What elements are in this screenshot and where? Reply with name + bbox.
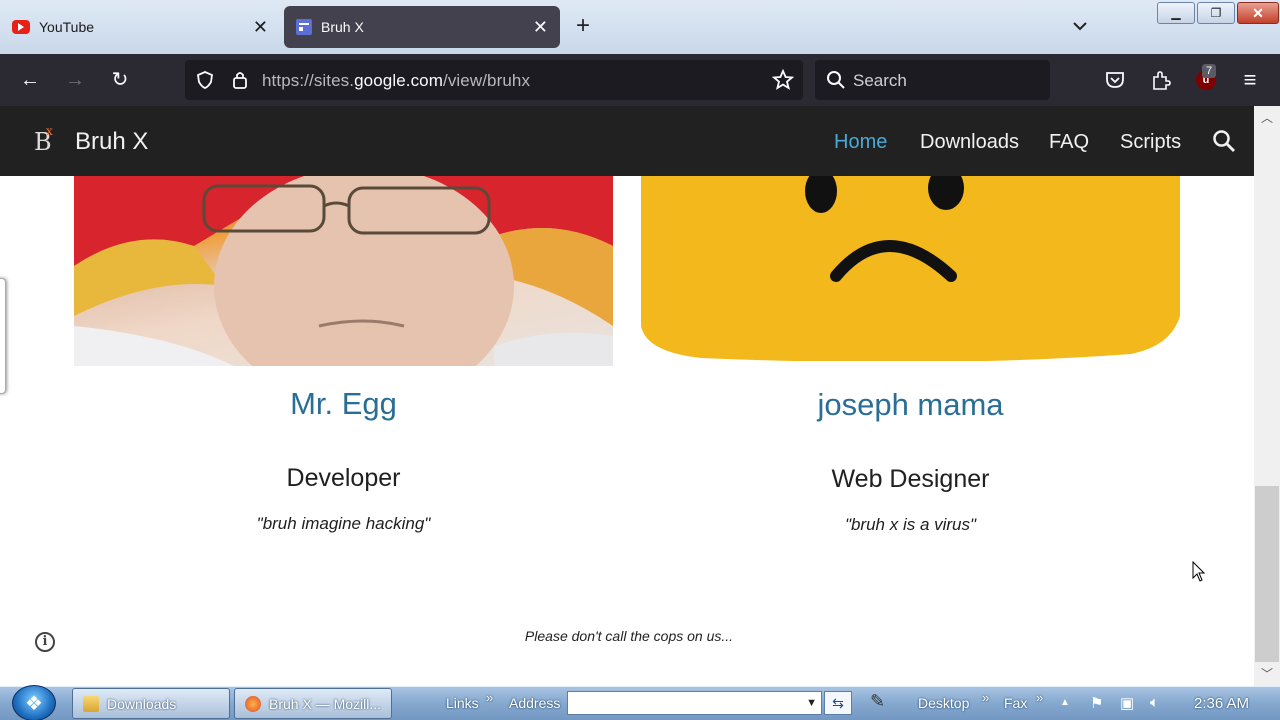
restore-window-button[interactable]: ❐ bbox=[1197, 2, 1235, 24]
shield-icon[interactable] bbox=[195, 70, 215, 90]
firefox-icon bbox=[245, 695, 261, 712]
fax-toolbar-label[interactable]: Fax bbox=[1004, 695, 1027, 711]
network-icon[interactable]: ▣ bbox=[1120, 694, 1134, 712]
show-hidden-icons-icon[interactable]: ▲ bbox=[1060, 697, 1070, 708]
pocket-icon[interactable] bbox=[1104, 70, 1126, 90]
notepad-icon[interactable]: ✎ bbox=[870, 691, 885, 712]
url-text: https://sites.google.com/view/bruhx bbox=[262, 71, 531, 90]
close-tab-icon[interactable]: ✕ bbox=[533, 18, 548, 36]
site-title[interactable]: Bruh X bbox=[75, 128, 148, 156]
menu-hamburger-icon[interactable]: ≡ bbox=[1238, 68, 1262, 92]
nav-downloads[interactable]: Downloads bbox=[920, 131, 1019, 154]
extensions-icon[interactable] bbox=[1150, 69, 1172, 91]
side-panel-handle[interactable] bbox=[0, 278, 6, 394]
browser-tab-strip: YouTube ✕ Bruh X ✕ + ▁ ❐ ✕ bbox=[0, 0, 1280, 54]
search-icon bbox=[827, 71, 845, 89]
taskbar-item-firefox[interactable]: Bruh X — Mozill... bbox=[234, 688, 392, 719]
nav-faq[interactable]: FAQ bbox=[1049, 131, 1089, 154]
youtube-icon bbox=[12, 20, 30, 34]
mouse-cursor-icon bbox=[1192, 561, 1206, 582]
browser-toolbar: ← → ↻ https://sites.google.com/view/bruh… bbox=[0, 54, 1280, 106]
team-member-name[interactable]: joseph mama bbox=[641, 387, 1180, 423]
team-member-role: Developer bbox=[286, 464, 401, 492]
taskbar-address-input[interactable]: ▼ bbox=[567, 691, 822, 715]
lock-icon[interactable] bbox=[231, 69, 249, 91]
folder-icon bbox=[83, 695, 99, 712]
tab-label: YouTube bbox=[39, 19, 95, 35]
taskbar-item-label: Downloads bbox=[107, 695, 177, 712]
scrollbar-thumb[interactable] bbox=[1255, 486, 1279, 662]
forward-button[interactable]: → bbox=[63, 68, 87, 92]
team-member-quote: "bruh x is a virus" bbox=[844, 515, 977, 534]
team-member-name[interactable]: Mr. Egg bbox=[74, 386, 613, 422]
search-placeholder: Search bbox=[853, 71, 907, 90]
links-chevron-icon[interactable]: » bbox=[486, 690, 493, 705]
windows-taskbar: Downloads Bruh X — Mozill... Links » Add… bbox=[0, 685, 1280, 720]
google-sites-icon bbox=[296, 19, 312, 35]
address-dropdown-icon[interactable]: ▼ bbox=[806, 697, 817, 709]
page-scrollbar[interactable]: ︿ ﹀ bbox=[1254, 106, 1280, 686]
new-tab-button[interactable]: + bbox=[576, 14, 590, 38]
team-member-quote: "bruh imagine hacking" bbox=[256, 514, 431, 533]
links-toolbar-label[interactable]: Links bbox=[446, 695, 479, 711]
reload-button[interactable]: ↻ bbox=[108, 68, 132, 92]
extension-count-badge: 7 bbox=[1202, 64, 1217, 78]
desktop-toolbar-label[interactable]: Desktop bbox=[918, 695, 969, 711]
site-search-icon[interactable] bbox=[1212, 129, 1236, 153]
search-bar[interactable]: Search bbox=[815, 60, 1050, 100]
start-button[interactable] bbox=[12, 685, 56, 720]
address-toolbar-label: Address bbox=[509, 695, 561, 711]
taskbar-item-downloads[interactable]: Downloads bbox=[72, 688, 230, 719]
desktop-chevron-icon[interactable]: » bbox=[982, 690, 989, 705]
address-bar[interactable]: https://sites.google.com/view/bruhx bbox=[185, 60, 803, 100]
close-window-button[interactable]: ✕ bbox=[1237, 2, 1279, 24]
tab-youtube[interactable]: YouTube ✕ bbox=[0, 6, 280, 48]
taskbar-item-label: Bruh X — Mozill... bbox=[269, 695, 382, 712]
scroll-down-arrow-icon[interactable]: ﹀ bbox=[1254, 664, 1280, 684]
nav-scripts[interactable]: Scripts bbox=[1120, 131, 1181, 154]
scroll-up-arrow-icon[interactable]: ︿ bbox=[1254, 108, 1280, 128]
footer-text: Please don't call the cops on us... bbox=[524, 628, 734, 644]
nav-home[interactable]: Home bbox=[834, 131, 887, 154]
flag-alert-icon[interactable]: ⚑ bbox=[1090, 694, 1103, 712]
team-photo-joseph-mama bbox=[641, 176, 1180, 361]
info-icon[interactable]: i bbox=[35, 632, 55, 652]
team-photo-mr-egg bbox=[74, 176, 613, 366]
bookmark-star-icon[interactable] bbox=[772, 69, 794, 91]
tab-label: Bruh X bbox=[321, 19, 364, 35]
screen: YouTube ✕ Bruh X ✕ + ▁ ❐ ✕ ← → ↻ https:/… bbox=[0, 0, 1280, 720]
fax-chevron-icon[interactable]: » bbox=[1036, 690, 1043, 705]
team-member-role: Web Designer bbox=[831, 465, 990, 493]
minimize-window-button[interactable]: ▁ bbox=[1157, 2, 1195, 24]
system-clock[interactable]: 2:36 AM bbox=[1194, 695, 1249, 712]
address-go-button[interactable]: ⇆ bbox=[824, 691, 852, 715]
site-header: Bx Bruh X Home Downloads FAQ Scripts bbox=[0, 106, 1254, 176]
tab-bruh-x[interactable]: Bruh X ✕ bbox=[284, 6, 560, 48]
page-content: Mr. Egg Developer "bruh imagine hacking"… bbox=[0, 176, 1254, 686]
site-logo[interactable]: Bx bbox=[34, 124, 53, 156]
close-tab-icon[interactable]: ✕ bbox=[253, 18, 268, 36]
list-all-tabs-icon[interactable] bbox=[1072, 18, 1088, 34]
volume-muted-icon[interactable]: 🔈︎ bbox=[1150, 694, 1159, 711]
back-button[interactable]: ← bbox=[18, 68, 42, 92]
